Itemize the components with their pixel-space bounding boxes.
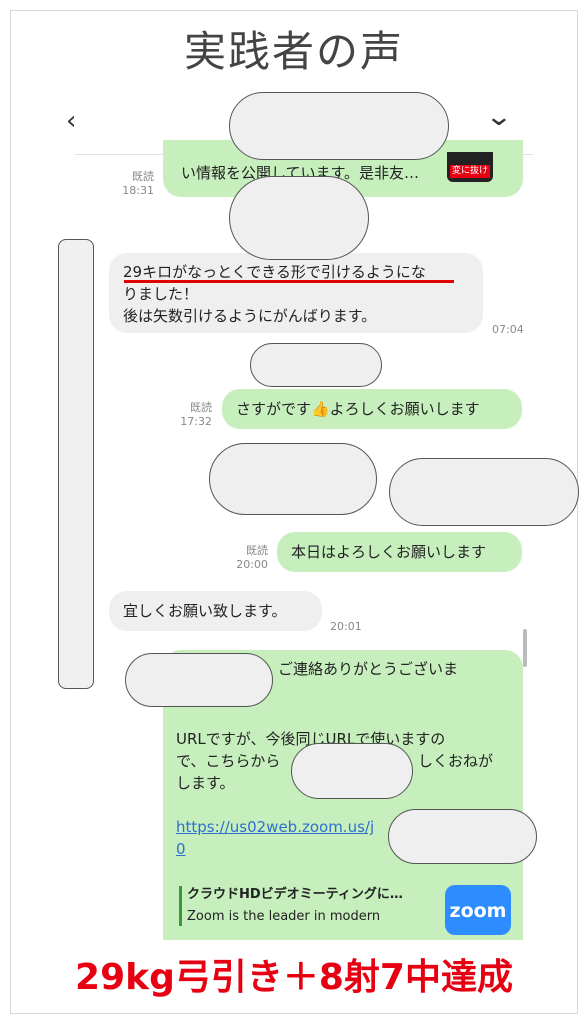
message-text-line: ご連絡ありがとうございま — [278, 660, 459, 678]
message-text-line: しくおねが — [418, 752, 494, 770]
message-bubble-incoming[interactable]: 宜しくお願い致します。 — [109, 591, 322, 631]
timestamp: 07:04 — [492, 323, 524, 336]
link-preview-description: Zoom is the leader in modern — [187, 909, 381, 924]
read-label: 既読 — [190, 401, 212, 414]
message-text-line: 後は矢数引けるようにがんばります。 — [123, 307, 377, 325]
timestamp: 17:32 — [180, 415, 212, 428]
zoom-link[interactable]: https://us02web.zoom.us/j — [176, 816, 374, 838]
privacy-mask — [125, 653, 273, 707]
message-bubble-incoming[interactable]: 29キロがなっとくできる形で引けるようにな りました！ 後は矢数引けるようにがん… — [109, 253, 483, 333]
read-label: 既読 — [246, 544, 268, 557]
read-status: 既読 17:32 — [176, 401, 212, 429]
message-text: さすがです👍よろしくお願いします — [236, 400, 480, 418]
privacy-mask-avatar-column — [58, 239, 94, 689]
link-preview-thumbnail: 変に抜け — [447, 152, 493, 182]
highlight-underline — [124, 280, 454, 283]
privacy-mask — [388, 809, 537, 864]
message-bubble-outgoing[interactable]: 本日はよろしくお願いします — [277, 532, 522, 572]
link-preview-accent-bar — [179, 886, 182, 926]
zoom-logo-icon: zoom — [445, 885, 511, 935]
message-text-line: で、こちらから — [176, 752, 281, 770]
zoom-link-continued[interactable]: 0 — [176, 838, 186, 860]
thumbnail-caption: 変に抜け — [450, 165, 490, 178]
read-status: 既読 20:00 — [232, 544, 268, 572]
achievement-banner: 29kg弓引き＋8射7中達成 — [75, 957, 513, 998]
read-status: 既読 18:31 — [118, 170, 154, 198]
message-text-line: りました！ — [123, 285, 199, 303]
privacy-mask — [209, 443, 377, 515]
read-label: 既読 — [132, 170, 154, 183]
privacy-mask — [389, 458, 579, 526]
message-bubble-outgoing[interactable]: さすがです👍よろしくお願いします — [222, 389, 522, 429]
page-title: 実践者の声 — [183, 27, 404, 76]
timestamp: 20:01 — [330, 620, 362, 633]
message-text: 宜しくお願い致します。 — [123, 602, 287, 620]
privacy-mask — [229, 176, 369, 260]
chevron-down-icon[interactable]: ⌄ — [485, 102, 513, 132]
privacy-mask — [291, 743, 413, 799]
privacy-mask — [250, 343, 382, 387]
timestamp: 20:00 — [236, 558, 268, 571]
back-chevron-icon[interactable]: ‹ — [66, 106, 76, 136]
message-text: 本日はよろしくお願いします — [291, 543, 487, 561]
link-preview-title[interactable]: クラウドHDビデオミーティングに… — [187, 884, 403, 906]
timestamp: 18:31 — [122, 184, 154, 197]
privacy-mask — [229, 92, 449, 160]
message-text-line: します。 — [176, 774, 235, 792]
scrollbar[interactable] — [523, 629, 527, 667]
